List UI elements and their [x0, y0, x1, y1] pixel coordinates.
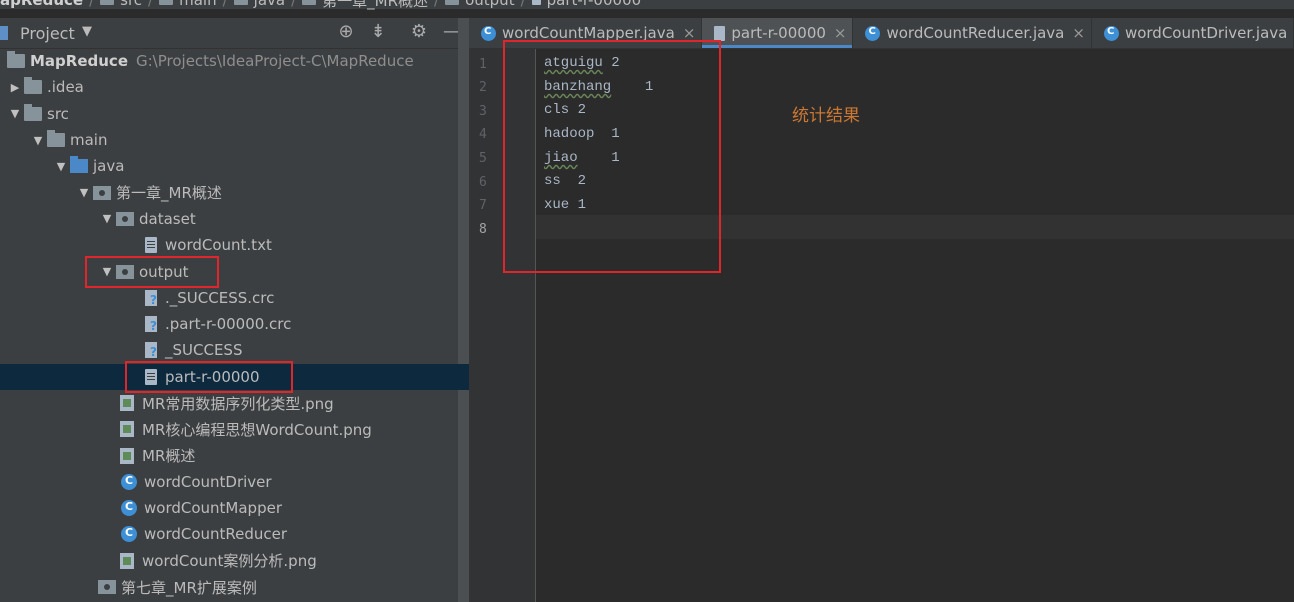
folder-icon	[100, 0, 115, 5]
tree-item-success-crc[interactable]: ._SUCCESS.crc	[0, 285, 469, 311]
project-panel-header: Project ▼ ⊕ ⇟ ⚙ —	[0, 18, 469, 49]
line-number: 5	[479, 151, 487, 166]
locate-icon[interactable]: ⊕	[336, 21, 356, 42]
tree-item-png-2[interactable]: MR核心编程思想WordCount.png	[0, 416, 469, 442]
tree-item-dataset[interactable]: ▼ dataset	[0, 206, 469, 232]
tree-item-output[interactable]: ▼ output	[0, 258, 469, 284]
package-icon	[116, 211, 134, 226]
image-file-icon	[120, 552, 134, 569]
breadcrumb-project[interactable]: apReduce	[0, 0, 83, 9]
folder-icon	[24, 103, 42, 121]
gear-icon[interactable]: ⚙	[409, 21, 429, 42]
tree-item-png-3[interactable]: wordCount案例分析.png	[0, 548, 469, 574]
tree-item-src[interactable]: ▼ src	[0, 101, 469, 127]
tree-item-driver[interactable]: wordCountDriver	[0, 469, 469, 495]
unknown-file-icon	[145, 316, 157, 333]
chevron-down-icon[interactable]: ▼	[98, 212, 116, 225]
text-file-icon	[714, 25, 726, 41]
close-icon[interactable]: ×	[834, 24, 847, 42]
tree-item-main[interactable]: ▼ main	[0, 127, 469, 153]
package-icon	[98, 580, 116, 595]
annotation-label: 统计结果	[792, 106, 860, 126]
tree-item-part-crc[interactable]: .part-r-00000.crc	[0, 311, 469, 337]
class-icon	[865, 25, 881, 41]
class-icon	[121, 526, 137, 543]
source-folder-icon	[70, 156, 88, 174]
tab-wordcountreducer[interactable]: wordCountReducer.java ×	[853, 18, 1092, 48]
class-icon	[121, 500, 137, 517]
tree-item-mapreduce[interactable]: MapReduce G:\Projects\IdeaProject-C\MapR…	[0, 48, 469, 74]
breadcrumb-file[interactable]: part-r-00000	[547, 0, 642, 9]
line-number: 6	[479, 175, 487, 190]
tree-item-png-1[interactable]: MR常用数据序列化类型.png	[0, 390, 469, 416]
line-number: 2	[479, 80, 487, 95]
breadcrumb-output[interactable]: output	[465, 0, 514, 9]
folder-icon	[47, 130, 65, 148]
class-icon	[121, 473, 137, 490]
tree-item-chapter7[interactable]: 第七章_MR扩展案例	[0, 574, 469, 600]
project-tree: MapReduce G:\Projects\IdeaProject-C\MapR…	[0, 48, 469, 600]
tree-item-success[interactable]: _SUCCESS	[0, 337, 469, 363]
tree-item-wordcount-txt[interactable]: wordCount.txt	[0, 232, 469, 258]
chevron-down-icon[interactable]: ▼	[75, 186, 93, 199]
project-panel-title[interactable]: Project	[20, 24, 75, 43]
project-view-icon	[0, 26, 8, 40]
folder-icon	[159, 0, 174, 5]
tree-item-java[interactable]: ▼ java	[0, 153, 469, 179]
breadcrumb: apReduce / src / main / java / 第一章_MR概述 …	[0, 0, 1294, 11]
highlight-box-output	[85, 256, 219, 288]
package-icon	[445, 0, 460, 5]
folder-icon	[7, 51, 25, 69]
image-file-icon	[120, 395, 134, 411]
tree-item-mr-overview[interactable]: MR概述	[0, 442, 469, 468]
tab-part-r-00000[interactable]: part-r-00000 ×	[702, 18, 854, 48]
line-number: 1	[479, 57, 487, 72]
package-icon	[302, 0, 317, 5]
tab-wordcountdriver[interactable]: wordCountDriver.java	[1092, 18, 1294, 48]
folder-icon	[233, 0, 248, 5]
tree-item-idea[interactable]: ▶ .idea	[0, 74, 469, 100]
chevron-down-icon[interactable]: ▼	[82, 24, 92, 39]
class-icon	[481, 25, 496, 41]
folder-icon	[24, 77, 42, 95]
close-icon[interactable]: ×	[1072, 24, 1085, 42]
line-number: 3	[479, 104, 487, 119]
breadcrumb-src[interactable]: src	[120, 0, 142, 9]
line-number: 4	[479, 127, 487, 142]
file-icon	[531, 0, 541, 5]
class-icon	[1103, 25, 1119, 41]
package-icon	[93, 185, 111, 200]
line-number: 8	[479, 222, 487, 237]
unknown-file-icon	[145, 289, 157, 307]
unknown-file-icon	[145, 342, 157, 359]
chevron-down-icon[interactable]: ▼	[6, 107, 24, 120]
highlight-box-editor	[503, 40, 721, 273]
text-file-icon	[145, 237, 157, 254]
collapse-all-icon[interactable]: ⇟	[368, 21, 388, 42]
chevron-down-icon[interactable]: ▼	[52, 160, 70, 173]
chevron-right-icon[interactable]: ▶	[6, 81, 24, 94]
image-file-icon	[120, 421, 134, 438]
chevron-down-icon[interactable]: ▼	[29, 134, 47, 147]
breadcrumb-package[interactable]: 第一章_MR概述	[322, 0, 428, 11]
highlight-box-part-file	[125, 361, 293, 393]
file-icon	[120, 447, 134, 464]
tree-item-chapter1[interactable]: ▼ 第一章_MR概述	[0, 179, 469, 205]
breadcrumb-java[interactable]: java	[254, 0, 285, 9]
line-number: 7	[479, 198, 487, 213]
tree-item-mapper[interactable]: wordCountMapper	[0, 495, 469, 521]
breadcrumb-main[interactable]: main	[179, 0, 216, 9]
tree-item-reducer[interactable]: wordCountReducer	[0, 521, 469, 547]
